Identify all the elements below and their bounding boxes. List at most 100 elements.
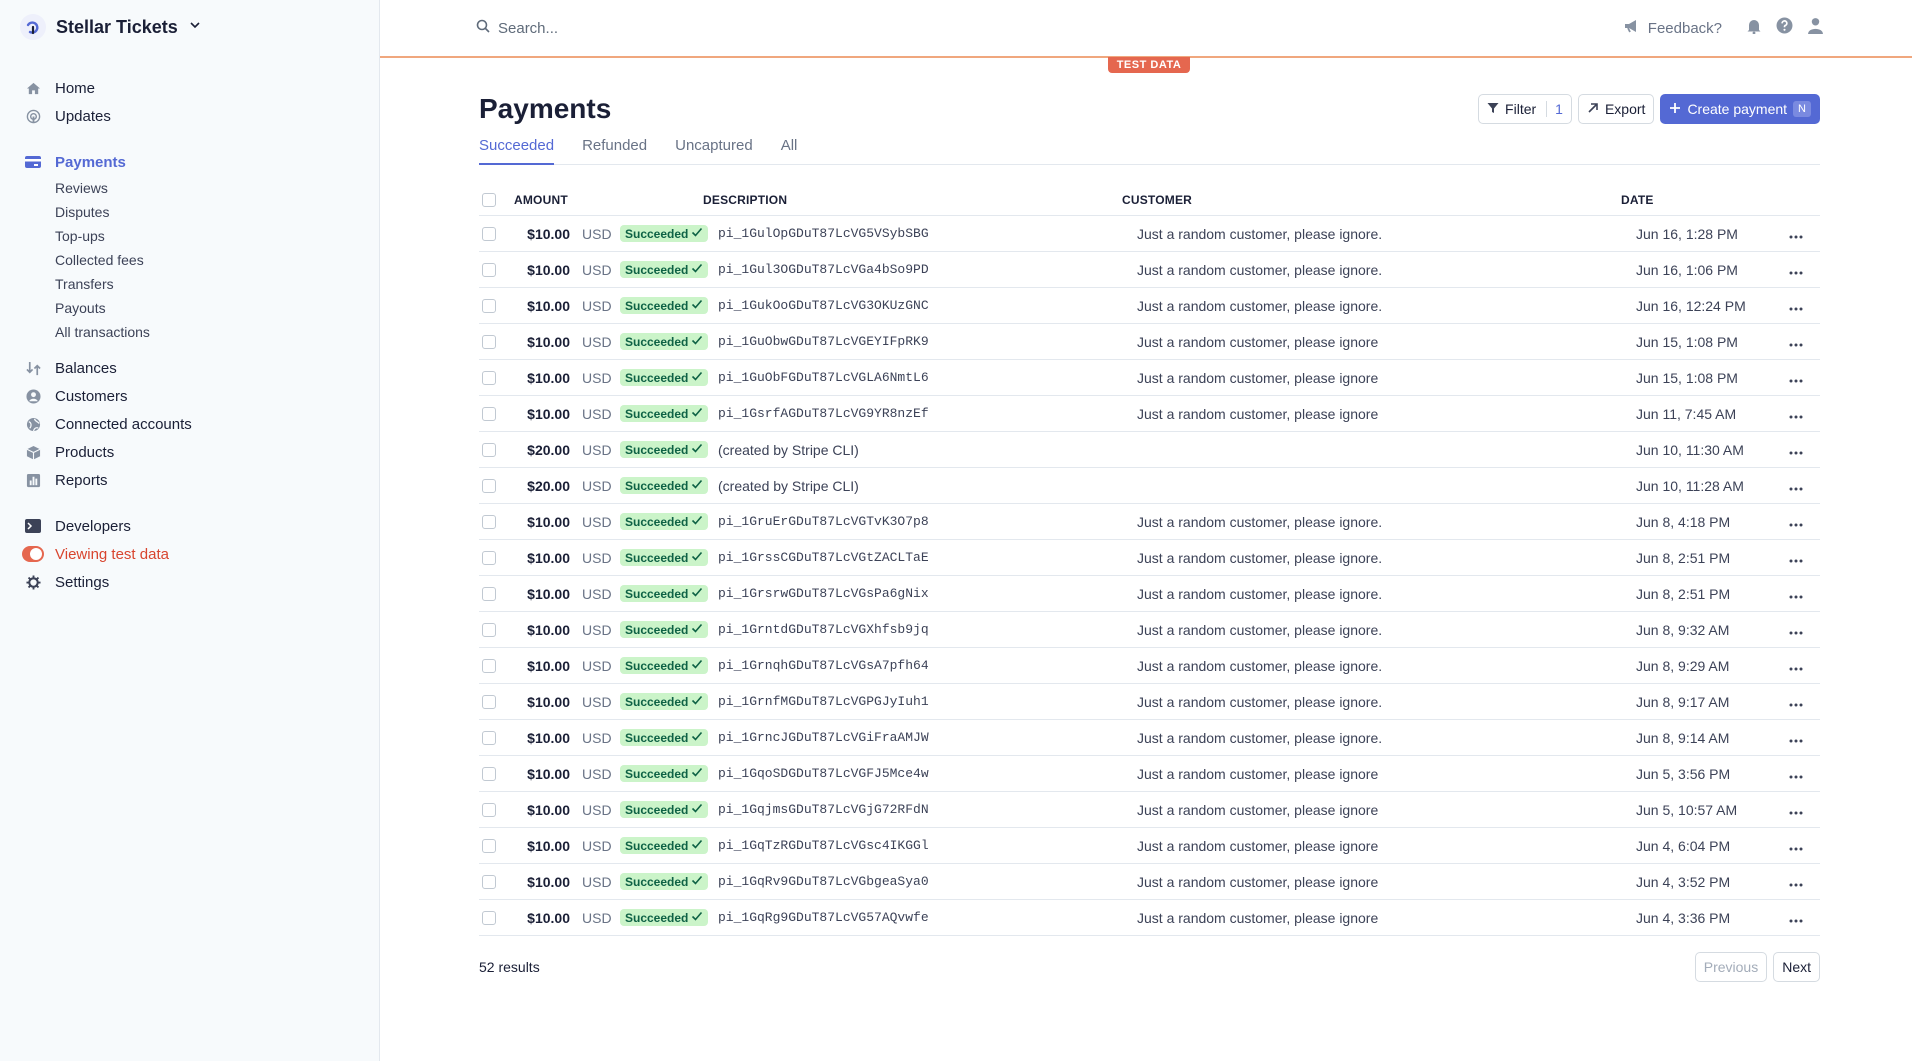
table-row[interactable]: $10.00 USD Succeeded pi_1GqRv9GDuT87LcVGbge… [479,864,1820,900]
table-row[interactable]: $10.00 USD Succeeded pi_1GrntdGDuT87LcVGXhf… [479,612,1820,648]
row-checkbox[interactable] [482,586,496,601]
search-input[interactable] [498,20,898,37]
row-more-button[interactable] [1776,766,1816,782]
bell-icon[interactable] [1746,18,1762,39]
row-more-button[interactable] [1776,442,1816,458]
row-checkbox[interactable] [482,262,496,277]
row-more-button[interactable] [1776,406,1816,422]
row-more-button[interactable] [1776,298,1816,314]
sidebar-subitem-payouts[interactable]: Payouts [22,296,362,320]
table-row[interactable]: $10.00 USD Succeeded pi_1GqjmsGDuT87LcVGjG7… [479,792,1820,828]
sidebar-subitem-all-transactions[interactable]: All transactions [22,320,362,344]
table-row[interactable]: $10.00 USD Succeeded pi_1GrsrwGDuT87LcVGsPa… [479,576,1820,612]
row-checkbox[interactable] [482,838,496,853]
sidebar-item-customers[interactable]: Customers [22,382,362,410]
row-checkbox[interactable] [482,910,496,925]
column-customer[interactable]: CUSTOMER [1122,193,1621,207]
sidebar-subitem-transfers[interactable]: Transfers [22,272,362,296]
sidebar-subitem-reviews[interactable]: Reviews [22,176,362,200]
row-checkbox[interactable] [482,406,496,421]
row-more-button[interactable] [1776,226,1816,242]
table-row[interactable]: $20.00 USD Succeeded (created by Stripe CLI… [479,432,1820,468]
row-checkbox[interactable] [482,226,496,241]
account-switcher[interactable]: Stellar Tickets [20,14,202,40]
table-row[interactable]: $10.00 USD Succeeded pi_1GrncJGDuT87LcVGiFr… [479,720,1820,756]
row-more-button[interactable] [1776,370,1816,386]
row-more-button[interactable] [1776,910,1816,926]
column-amount[interactable]: AMOUNT [514,193,703,207]
row-more-button[interactable] [1776,262,1816,278]
export-button[interactable]: Export [1577,94,1655,124]
toggle-switch[interactable] [22,543,44,565]
row-more-button[interactable] [1776,658,1816,674]
row-checkbox[interactable] [482,622,496,637]
row-more-button[interactable] [1776,730,1816,746]
sidebar-item-reports[interactable]: Reports [22,466,362,494]
row-checkbox[interactable] [482,514,496,529]
table-row[interactable]: $10.00 USD Succeeded pi_1GqTzRGDuT87LcVGsc4… [479,828,1820,864]
table-row[interactable]: $10.00 USD Succeeded pi_1GruErGDuT87LcVGTvK… [479,504,1820,540]
table-row[interactable]: $20.00 USD Succeeded (created by Stripe CLI… [479,468,1820,504]
row-more-button[interactable] [1776,586,1816,602]
row-more-button[interactable] [1776,802,1816,818]
table-row[interactable]: $10.00 USD Succeeded pi_1GuObwGDuT87LcVGEYI… [479,324,1820,360]
tab-all[interactable]: All [781,137,798,165]
table-row[interactable]: $10.00 USD Succeeded pi_1Gul3OGDuT87LcVGa4b… [479,252,1820,288]
row-checkbox[interactable] [482,694,496,709]
row-checkbox[interactable] [482,550,496,565]
sidebar-item-payments[interactable]: Payments [22,148,362,176]
row-more-button[interactable] [1776,550,1816,566]
sidebar-item-settings[interactable]: Settings [22,568,362,596]
sidebar-subitem-topups[interactable]: Top-ups [22,224,362,248]
sidebar-subitem-disputes[interactable]: Disputes [22,200,362,224]
row-checkbox[interactable] [482,766,496,781]
tab-uncaptured[interactable]: Uncaptured [675,137,753,165]
row-checkbox[interactable] [482,874,496,889]
feedback-button[interactable]: Feedback? [1624,19,1722,37]
row-checkbox[interactable] [482,334,496,349]
row-checkbox[interactable] [482,730,496,745]
user-avatar-icon[interactable] [1807,17,1824,39]
row-checkbox[interactable] [482,478,496,493]
row-more-button[interactable] [1776,838,1816,854]
table-row[interactable]: $10.00 USD Succeeded pi_1GrssCGDuT87LcVGtZA… [479,540,1820,576]
row-checkbox[interactable] [482,370,496,385]
table-row[interactable]: $10.00 USD Succeeded pi_1GqoSDGDuT87LcVGFJ5… [479,756,1820,792]
sidebar-item-updates[interactable]: Updates [22,102,362,130]
sidebar-subitem-collected-fees[interactable]: Collected fees [22,248,362,272]
select-all-checkbox[interactable] [482,192,496,207]
row-checkbox[interactable] [482,658,496,673]
table-row[interactable]: $10.00 USD Succeeded pi_1GrnqhGDuT87LcVGsA7… [479,648,1820,684]
row-more-button[interactable] [1776,334,1816,350]
tab-succeeded[interactable]: Succeeded [479,137,555,165]
sidebar-item-home[interactable]: Home [22,74,362,102]
sidebar-item-connected-accounts[interactable]: Connected accounts [22,410,362,438]
row-more-button[interactable] [1776,514,1816,530]
help-icon[interactable] [1776,17,1793,39]
search-bar[interactable] [476,19,898,38]
column-description[interactable]: DESCRIPTION [703,193,1122,207]
sidebar-item-test-data-toggle[interactable]: Viewing test data [22,540,362,568]
row-more-button[interactable] [1776,622,1816,638]
tab-refunded[interactable]: Refunded [582,137,647,165]
column-date[interactable]: DATE [1621,193,1761,207]
filter-button[interactable]: Filter 1 [1478,94,1572,124]
create-payment-button[interactable]: Create payment N [1660,94,1820,124]
table-row[interactable]: $10.00 USD Succeeded pi_1GsrfAGDuT87LcVG9YR… [479,396,1820,432]
sidebar-item-developers[interactable]: Developers [22,512,362,540]
row-checkbox[interactable] [482,802,496,817]
table-row[interactable]: $10.00 USD Succeeded pi_1GrnfMGDuT87LcVGPGJ… [479,684,1820,720]
row-checkbox[interactable] [482,442,496,457]
row-more-button[interactable] [1776,694,1816,710]
table-row[interactable]: $10.00 USD Succeeded pi_1GuObFGDuT87LcVGLA6… [479,360,1820,396]
previous-page-button[interactable]: Previous [1694,952,1768,982]
row-more-button[interactable] [1776,874,1816,890]
row-checkbox[interactable] [482,298,496,313]
sidebar-item-balances[interactable]: Balances [22,354,362,382]
row-more-button[interactable] [1776,478,1816,494]
table-row[interactable]: $10.00 USD Succeeded pi_1GukOoGDuT87LcVG3OK… [479,288,1820,324]
sidebar-item-products[interactable]: Products [22,438,362,466]
next-page-button[interactable]: Next [1773,952,1820,982]
table-row[interactable]: $10.00 USD Succeeded pi_1GqRg9GDuT87LcVG57A… [479,900,1820,936]
table-row[interactable]: $10.00 USD Succeeded pi_1GulOpGDuT87LcVG5VS… [479,216,1820,252]
